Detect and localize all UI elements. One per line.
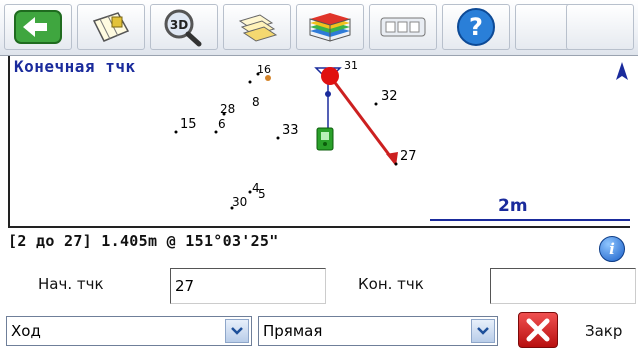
guide-node xyxy=(325,91,331,97)
map-point xyxy=(265,75,271,81)
question-icon: ? xyxy=(457,8,495,46)
point-label: 8 xyxy=(252,95,260,109)
colored-layers-icon xyxy=(309,13,351,42)
toolbar: 3D ? xyxy=(0,0,638,56)
end-point-field[interactable] xyxy=(490,268,636,304)
zoom-3d-button[interactable]: 3D xyxy=(150,4,218,50)
map-point xyxy=(394,162,398,166)
point-label: 6 xyxy=(218,117,226,131)
magnifier-3d-icon: 3D xyxy=(164,9,202,47)
map-point xyxy=(276,136,280,140)
mode-select-value: Ход xyxy=(11,322,41,340)
stakeout-info: [2 до 27] 1.405m @ 151°03'25" xyxy=(8,232,279,250)
map-layers-button[interactable] xyxy=(296,4,364,50)
point-label: 32 xyxy=(381,89,398,104)
back-button[interactable] xyxy=(4,4,72,50)
line-type-select-value: Прямая xyxy=(263,322,323,340)
line-type-select[interactable]: Прямая xyxy=(258,316,498,346)
map-title: Конечная тчк xyxy=(14,57,136,76)
survey-points-button[interactable] xyxy=(77,4,145,50)
layers-icon xyxy=(238,14,278,42)
map-canvas[interactable]: 16 8 32 28 15 6 33 27 4 5 30 31 xyxy=(10,56,630,228)
keypad-icon xyxy=(380,17,426,37)
back-arrow-icon xyxy=(14,10,62,44)
zoom-3d-text: 3D xyxy=(170,18,188,32)
map-point xyxy=(248,80,252,84)
close-x-icon xyxy=(526,318,550,342)
scale-label: 2m xyxy=(498,196,528,216)
close-button[interactable] xyxy=(518,312,558,348)
point-label: 16 xyxy=(257,63,271,76)
point-label: 5 xyxy=(258,187,266,201)
map-points: 16 8 32 28 15 6 33 27 4 5 30 31 xyxy=(174,59,417,210)
rover-icon xyxy=(316,127,334,151)
start-point-label: Нач. тчк xyxy=(38,275,104,293)
point-label: 30 xyxy=(232,195,247,209)
map-point xyxy=(374,102,378,106)
point-label: 33 xyxy=(282,123,299,138)
north-arrow-icon xyxy=(616,62,628,80)
point-label: 15 xyxy=(180,117,197,132)
mode-select[interactable]: Ход xyxy=(6,316,252,346)
chevron-down-icon[interactable] xyxy=(471,319,495,343)
start-point-field[interactable]: 27 xyxy=(170,268,326,304)
survey-grid-icon xyxy=(92,12,130,42)
info-icon[interactable]: i xyxy=(599,236,625,262)
point-label: 31 xyxy=(344,59,358,72)
toolbar-help-slot xyxy=(566,4,634,50)
end-point-label: Кон. тчк xyxy=(358,275,424,293)
current-point-marker xyxy=(321,67,339,85)
map-view[interactable]: 16 8 32 28 15 6 33 27 4 5 30 31 Конечная… xyxy=(8,56,630,228)
close-label[interactable]: Закр xyxy=(585,322,622,340)
help-button[interactable]: ? xyxy=(442,4,510,50)
point-label: 27 xyxy=(400,149,417,164)
chevron-down-icon[interactable] xyxy=(225,319,249,343)
point-label: 28 xyxy=(220,102,235,116)
map-point xyxy=(174,130,178,134)
keypad-button[interactable] xyxy=(369,4,437,50)
help-text: ? xyxy=(469,13,483,41)
layers-button[interactable] xyxy=(223,4,291,50)
